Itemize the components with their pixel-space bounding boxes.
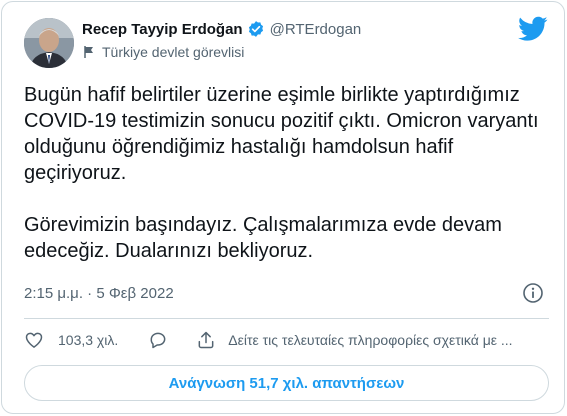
tweet-text: Bugün hafif belirtiler üzerine eşimle bi…: [24, 82, 549, 264]
share-info-link[interactable]: Δείτε τις τελευταίες πληροφορίες σχετικά…: [228, 332, 558, 348]
verified-badge-icon: [248, 21, 263, 37]
author-name[interactable]: Recep Tayyip Erdoğan: [82, 21, 243, 38]
tweet-date: 5 Φεβ 2022: [96, 285, 174, 302]
government-label: Türkiye devlet görevlisi: [82, 44, 244, 60]
read-replies-button[interactable]: Ανάγνωση 51,7 χιλ. απαντήσεων: [24, 365, 549, 401]
tweet-paragraph-2: Görevimizin başındayız. Çalışmalarımıza …: [24, 214, 502, 262]
author-handle[interactable]: @RTErdogan: [270, 21, 362, 38]
tweet-paragraph-1: Bugün hafif belirtiler üzerine eşimle bi…: [24, 84, 539, 184]
avatar[interactable]: [24, 18, 74, 68]
like-button[interactable]: 103,3 χιλ.: [24, 330, 118, 350]
twitter-bird-icon[interactable]: [518, 16, 548, 42]
share-upload-icon: [198, 331, 214, 349]
tweet-card: Recep Tayyip Erdoğan @RTErdogan Türkiye …: [1, 1, 565, 414]
author-row: Recep Tayyip Erdoğan @RTErdogan: [82, 20, 361, 38]
label-text: Türkiye devlet görevlisi: [102, 44, 245, 60]
heart-icon: [25, 332, 43, 348]
profile-photo: [24, 18, 74, 68]
reply-button[interactable]: [148, 330, 168, 350]
flag-icon: [84, 46, 93, 58]
share-button[interactable]: Δείτε τις τελευταίες πληροφορίες σχετικά…: [196, 330, 558, 350]
action-bar: 103,3 χιλ. Δείτε τις τελευταίες πληροφορ…: [24, 328, 549, 352]
tweet-timestamp[interactable]: 2:15 μ.μ. · 5 Φεβ 2022: [24, 285, 174, 302]
like-count: 103,3 χιλ.: [58, 332, 119, 348]
info-icon[interactable]: [522, 282, 544, 304]
tweet-time: 2:15 μ.μ.: [24, 285, 83, 302]
speech-bubble-icon: [150, 332, 166, 349]
divider: [24, 318, 549, 319]
meta-separator: ·: [87, 285, 93, 302]
